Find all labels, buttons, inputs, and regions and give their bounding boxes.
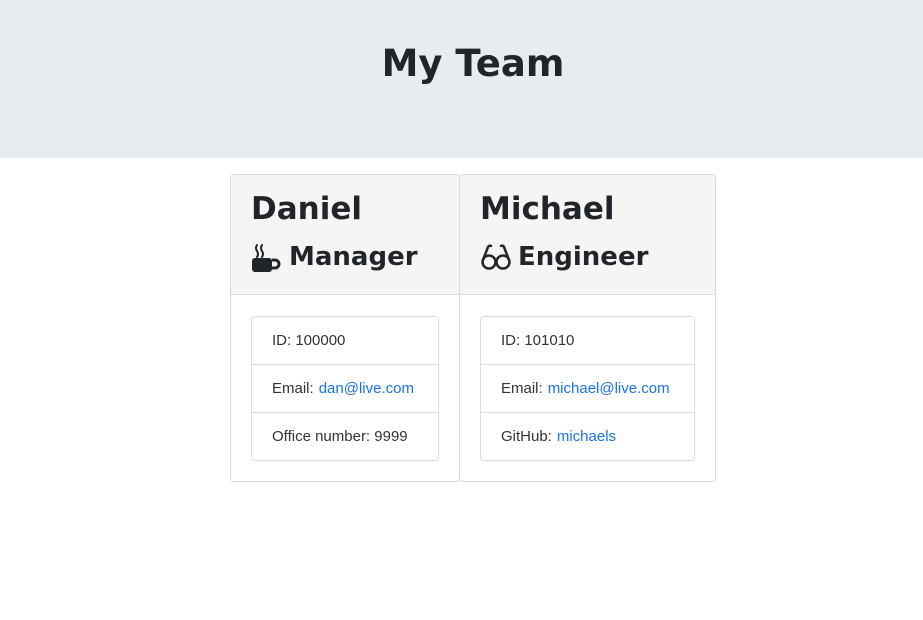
page-header: My Team <box>0 0 923 158</box>
mug-hot-icon <box>252 244 281 272</box>
role-label: Engineer <box>518 242 649 272</box>
card-header: Michael Engineer <box>460 175 715 295</box>
email-link[interactable]: michael@live.com <box>548 380 670 397</box>
employee-details-list: ID: 100000 Email: dan@live.com Office nu… <box>251 316 439 461</box>
id-item: ID: 100000 <box>252 317 438 365</box>
email-label: Email: <box>272 380 314 397</box>
office-number-item: Office number: 9999 <box>252 413 438 460</box>
employee-details-list: ID: 101010 Email: michael@live.com GitHu… <box>480 316 695 461</box>
email-item: Email: dan@live.com <box>252 365 438 413</box>
office-number-text: Office number: 9999 <box>272 428 408 445</box>
glasses-icon <box>481 244 511 270</box>
id-text: ID: 101010 <box>501 332 575 349</box>
page-title: My Team <box>381 42 565 85</box>
employee-card-michael: Michael Engineer ID: 101010 Email: micha… <box>459 174 716 482</box>
email-link[interactable]: dan@live.com <box>319 380 414 397</box>
email-label: Email: <box>501 380 543 397</box>
id-text: ID: 100000 <box>272 332 346 349</box>
github-item: GitHub: michaels <box>481 413 694 460</box>
employee-name: Daniel <box>251 191 362 227</box>
github-label: GitHub: <box>501 428 552 445</box>
github-link[interactable]: michaels <box>557 428 616 445</box>
employee-role: Engineer <box>480 237 648 277</box>
card-header: Daniel Manager <box>231 175 459 295</box>
employee-card-daniel: Daniel Manager ID: 100000 Email: dan@liv… <box>230 174 460 482</box>
employee-role: Manager <box>251 237 418 277</box>
employee-name: Michael <box>480 191 615 227</box>
id-item: ID: 101010 <box>481 317 694 365</box>
role-label: Manager <box>289 242 418 272</box>
email-item: Email: michael@live.com <box>481 365 694 413</box>
